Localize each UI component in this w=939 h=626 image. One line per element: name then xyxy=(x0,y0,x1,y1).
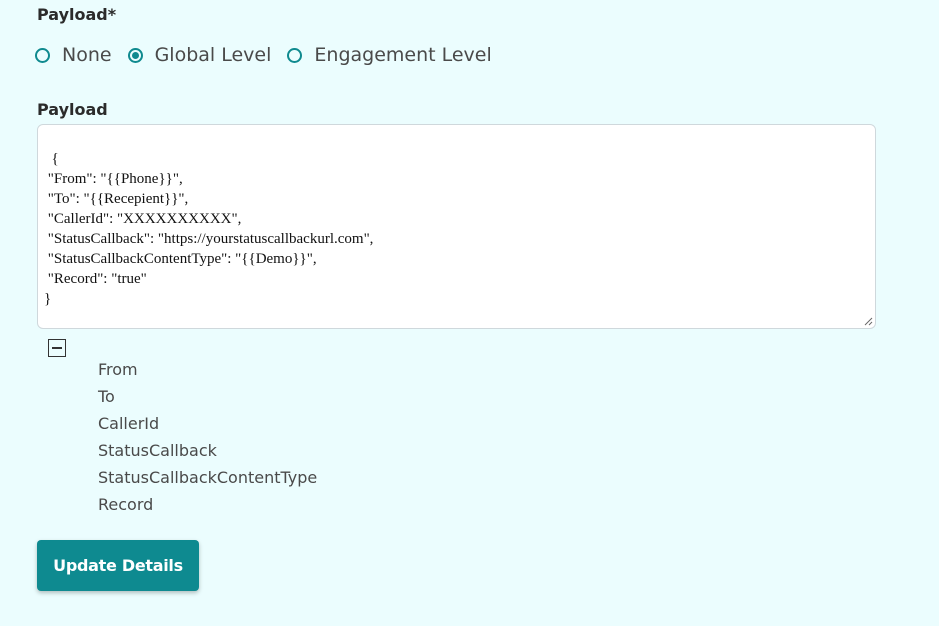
radio-button-engagement-level[interactable] xyxy=(287,47,303,63)
payload-key-item: StatusCallback xyxy=(98,441,217,460)
minus-square-icon[interactable] xyxy=(48,339,66,357)
payload-key-list: From To CallerId StatusCallback StatusCa… xyxy=(98,359,317,521)
radio-option-engagement-level[interactable]: Engagement Level xyxy=(287,44,492,66)
payload-key-item: From xyxy=(98,360,138,379)
payload-key-item: To xyxy=(98,387,115,406)
resize-handle-icon[interactable] xyxy=(863,316,873,326)
radio-label-engagement-level: Engagement Level xyxy=(314,44,492,66)
payload-key-item: Record xyxy=(98,495,154,514)
payload-level-radio-group: None Global Level Engagement Level xyxy=(35,44,508,66)
payload-text: { "From": "{{Phone}}", "To": "{{Recepien… xyxy=(44,151,374,307)
payload-textarea[interactable]: { "From": "{{Phone}}", "To": "{{Recepien… xyxy=(37,124,876,329)
payload-section-title: Payload* xyxy=(37,5,117,24)
payload-key-item: CallerId xyxy=(98,414,160,433)
update-details-button[interactable]: Update Details xyxy=(37,540,199,591)
payload-key-item: StatusCallbackContentType xyxy=(98,468,318,487)
radio-button-none[interactable] xyxy=(35,47,50,63)
radio-label-none: None xyxy=(62,44,112,66)
radio-option-global-level[interactable]: Global Level xyxy=(127,44,272,66)
radio-option-none[interactable]: None xyxy=(35,44,112,66)
radio-button-global-level[interactable] xyxy=(127,47,143,63)
payload-label: Payload xyxy=(37,100,108,119)
radio-label-global-level: Global Level xyxy=(154,44,272,66)
